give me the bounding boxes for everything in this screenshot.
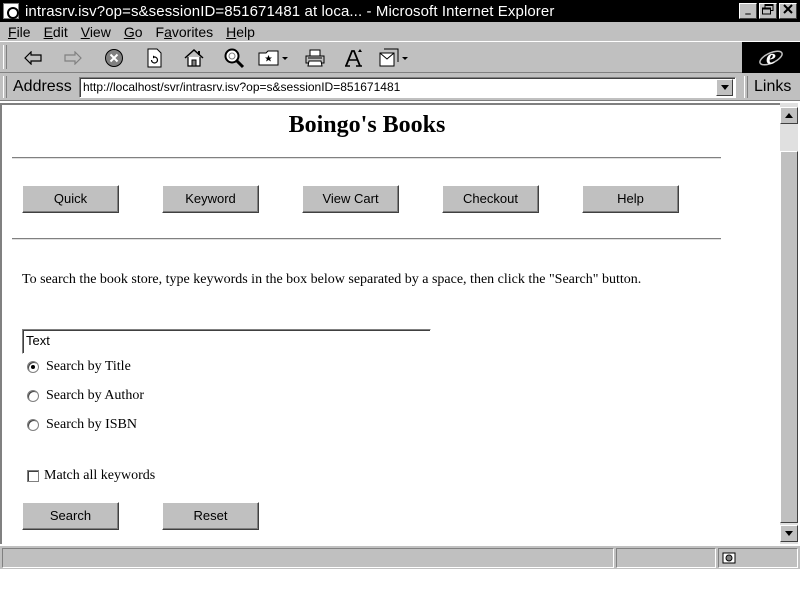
status-progress-pane [616,548,716,568]
refresh-button[interactable] [141,46,167,70]
status-text-pane [2,548,614,568]
menu-accelerator: E [43,23,53,40]
chevron-up-icon [785,113,793,118]
home-icon [184,48,204,67]
menu-edit[interactable]: Edit [42,24,77,40]
stop-button[interactable] [101,46,127,70]
search-by-author-radio[interactable] [27,390,39,402]
window-title: intrasrv.isv?op=s&sessionID=851671481 at… [25,2,555,20]
print-button[interactable] [302,46,328,70]
title-bar: intrasrv.isv?op=s&sessionID=851671481 at… [0,0,800,22]
checkout-button[interactable]: Checkout [442,185,539,213]
favorites-button[interactable] [256,46,292,70]
close-button[interactable] [779,3,797,19]
search-by-title-option[interactable]: Search by Title [27,359,131,375]
mail-button[interactable] [376,46,412,70]
menu-favorites[interactable]: Favorites [154,24,223,40]
menu-label-rest: vorites [171,23,214,40]
address-input[interactable]: http://localhost/svr/intrasrv.isv?op=s&s… [79,77,736,98]
search-by-isbn-radio[interactable] [27,419,39,431]
search-icon [224,48,245,69]
search-instructions: To search the book store, type keywords … [22,272,642,287]
chevron-down-icon [785,531,793,536]
divider-bottom [12,238,721,240]
match-all-keywords-checkbox[interactable] [27,470,39,482]
keyword-button[interactable]: Keyword [162,185,259,213]
search-by-author-label: Search by Author [46,388,144,403]
ie-throbber-logo[interactable]: e [742,42,800,73]
menu-label-rest: elp [236,23,255,40]
toolbar-grip[interactable] [3,45,7,69]
stop-icon [105,49,123,67]
menu-view[interactable]: View [79,24,120,40]
search-input[interactable]: Text [22,329,431,354]
desktop-area [0,569,800,600]
forward-icon [64,51,82,65]
vertical-scrollbar[interactable] [780,103,798,544]
font-button[interactable] [341,46,367,70]
forward-button[interactable] [60,46,86,70]
window-controls: _ [739,3,797,19]
address-grip[interactable] [3,76,7,98]
home-button[interactable] [181,46,207,70]
page-viewport: Boingo's Books Quick Keyword View Cart C… [0,103,780,544]
menu-go[interactable]: Go [122,24,152,40]
scroll-down-button[interactable] [780,525,798,542]
refresh-icon [147,48,162,68]
menu-label-rest: ile [16,23,31,40]
status-bar [0,545,800,569]
menu-accelerator: a [164,23,172,40]
links-grip[interactable] [744,76,748,98]
search-by-isbn-label: Search by ISBN [46,417,137,432]
address-bar: Address http://localhost/svr/intrasrv.is… [0,73,800,101]
match-all-keywords-label: Match all keywords [44,468,156,483]
view-cart-button[interactable]: View Cart [302,185,399,213]
svg-text:e: e [766,46,776,69]
maximize-button[interactable] [759,3,777,19]
scroll-up-button[interactable] [780,107,798,124]
page-title: Boingo's Books [288,112,446,138]
back-icon [24,51,42,65]
menu-label-prefix: F [155,23,165,40]
maximize-icon [762,4,774,15]
chevron-down-icon [720,85,729,90]
search-by-isbn-option[interactable]: Search by ISBN [27,417,137,433]
ie-logo-icon: e [759,46,783,69]
quick-button[interactable]: Quick [22,185,119,213]
search-by-title-label: Search by Title [46,359,131,374]
divider-top [12,157,721,159]
ie-app-icon[interactable] [3,3,19,19]
menu-file[interactable]: File [6,24,40,40]
menu-help[interactable]: Help [224,24,264,40]
help-button[interactable]: Help [582,185,679,213]
back-button[interactable] [20,46,46,70]
menu-accelerator: H [226,23,237,40]
search-button[interactable]: Search [22,502,119,530]
favorites-icon [258,50,288,66]
reset-button[interactable]: Reset [162,502,259,530]
match-all-keywords-option[interactable]: Match all keywords [27,468,155,484]
address-dropdown-button[interactable] [716,79,733,96]
search-button-toolbar[interactable] [221,46,247,70]
mail-icon [379,48,408,67]
zone-icon [722,552,736,564]
menu-label-rest: dit [52,23,68,40]
print-icon [305,49,325,67]
address-label: Address [13,78,72,95]
close-icon [783,4,793,14]
menu-label-rest: o [134,23,143,40]
standard-toolbar: e [0,41,800,73]
menu-bar: File Edit View Go Favorites Help [0,22,800,41]
search-by-title-radio[interactable] [27,361,39,373]
search-by-author-option[interactable]: Search by Author [27,388,144,404]
font-icon [345,49,362,67]
links-button[interactable]: Links [754,78,791,96]
menu-accelerator: F [8,23,17,40]
minimize-button[interactable]: _ [739,3,757,19]
menu-accelerator: V [80,23,90,40]
scroll-thumb[interactable] [780,151,798,523]
menu-label-rest: iew [89,23,111,40]
status-zone-pane [718,548,798,568]
menu-accelerator: G [123,23,135,40]
